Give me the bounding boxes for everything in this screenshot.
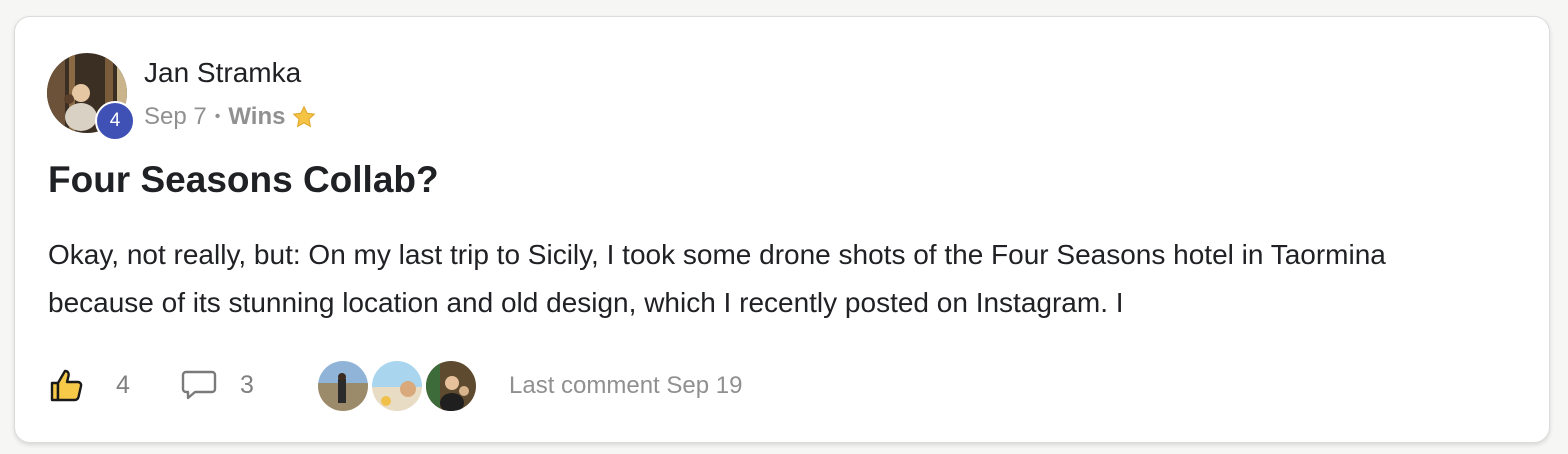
meta-separator: • <box>214 108 221 125</box>
comment-count: 3 <box>240 371 254 399</box>
thumbs-up-icon[interactable] <box>48 366 86 404</box>
post-category[interactable]: Wins <box>228 103 285 131</box>
post-title[interactable]: Four Seasons Collab? <box>48 159 439 201</box>
author-avatar-wrapper[interactable]: 4 <box>47 53 135 141</box>
commenter-avatar-2[interactable] <box>370 359 424 413</box>
post-body: Okay, not really, but: On my last trip t… <box>48 239 1386 318</box>
post-meta: Sep 7 • Wins <box>144 103 317 131</box>
commenter-avatar-1[interactable] <box>316 359 370 413</box>
level-badge: 4 <box>95 101 135 141</box>
like-count: 4 <box>116 371 130 399</box>
star-icon <box>291 104 317 130</box>
author-name[interactable]: Jan Stramka <box>144 57 301 89</box>
post-date: Sep 7 <box>144 103 207 130</box>
last-comment-time: Last comment Sep 19 <box>509 372 743 399</box>
comment-bubble-icon[interactable] <box>180 366 218 404</box>
post-footer: 4 3 Last comment Sep 19 <box>48 359 1508 413</box>
commenter-avatar-3[interactable] <box>424 359 478 413</box>
post-card[interactable]: 4 Jan Stramka Sep 7 • Wins Four Seasons … <box>14 16 1550 443</box>
